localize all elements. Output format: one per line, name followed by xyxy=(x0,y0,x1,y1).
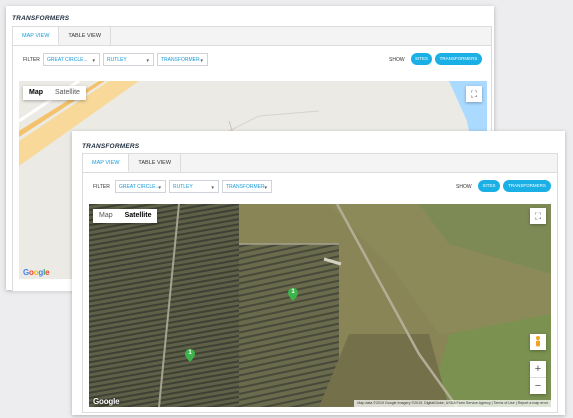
zoom-control: + − xyxy=(530,361,546,394)
map-type-toggle: Map Satellite xyxy=(23,86,86,100)
select-value: TRANSFORMER xyxy=(161,57,200,63)
chevron-down-icon: ▼ xyxy=(145,58,150,63)
select-value: RUTLEY xyxy=(173,184,193,190)
select-value: GREAT CIRCLE... xyxy=(47,57,88,63)
sites-button[interactable]: SITES xyxy=(478,180,500,192)
pegman-graphic xyxy=(536,336,540,347)
filter-bar: FILTER GREAT CIRCLE... ▼ RUTLEY ▼ TRANSF… xyxy=(83,180,557,194)
map-view[interactable]: Map Satellite ⛶ + − 1 1 Google Map data … xyxy=(89,204,551,407)
pegman-icon[interactable] xyxy=(530,334,546,350)
marker-label: 1 xyxy=(291,289,295,295)
chevron-down-icon: ▼ xyxy=(210,185,215,190)
tab-container: MAP VIEW TABLE VIEW FILTER GREAT CIRCLE.… xyxy=(82,153,558,413)
marker-label: 1 xyxy=(188,350,192,356)
page-title: TRANSFORMERS xyxy=(82,143,140,150)
transformers-button[interactable]: TRANSFORMERS xyxy=(435,53,482,65)
site-group-select[interactable]: GREAT CIRCLE... ▼ xyxy=(43,53,100,66)
filter-label: FILTER xyxy=(23,57,40,63)
zoom-out-icon[interactable]: − xyxy=(530,378,546,394)
sites-button[interactable]: SITES xyxy=(411,53,432,65)
map-marker-icon[interactable]: 1 xyxy=(288,288,298,301)
transformers-button[interactable]: TRANSFORMERS xyxy=(503,180,551,192)
chevron-down-icon: ▼ xyxy=(157,185,162,190)
fullscreen-icon[interactable]: ⛶ xyxy=(466,86,482,102)
asset-type-select[interactable]: TRANSFORMER ▼ xyxy=(222,180,272,193)
site-select[interactable]: RUTLEY ▼ xyxy=(103,53,154,66)
map-type-map-button[interactable]: Map xyxy=(23,86,49,100)
google-logo: Google xyxy=(23,268,50,277)
show-label: SHOW xyxy=(389,57,405,63)
chevron-down-icon: ▼ xyxy=(263,185,268,190)
google-logo: Google xyxy=(93,397,120,406)
tab-table-view[interactable]: TABLE VIEW xyxy=(129,154,182,172)
tab-table-view[interactable]: TABLE VIEW xyxy=(59,27,112,45)
site-select[interactable]: RUTLEY ▼ xyxy=(169,180,219,193)
select-value: RUTLEY xyxy=(107,57,127,63)
transformers-panel-front: TRANSFORMERS MAP VIEW TABLE VIEW FILTER … xyxy=(72,131,565,415)
tab-bar: MAP VIEW TABLE VIEW xyxy=(83,154,557,173)
map-marker-icon[interactable]: 1 xyxy=(185,349,195,362)
filter-label: FILTER xyxy=(93,184,110,190)
select-value: TRANSFORMER xyxy=(226,184,265,190)
map-type-toggle: Map Satellite xyxy=(93,209,158,223)
chevron-down-icon: ▼ xyxy=(91,58,96,63)
asset-type-select[interactable]: TRANSFORMER ▼ xyxy=(157,53,208,66)
show-label: SHOW xyxy=(456,184,472,190)
tab-bar: MAP VIEW TABLE VIEW xyxy=(13,27,491,46)
map-type-satellite-button[interactable]: Satellite xyxy=(49,86,86,100)
select-value: GREAT CIRCLE... xyxy=(119,184,160,190)
map-attribution[interactable]: Map data ©2019 Google Imagery ©2019, Dig… xyxy=(354,400,551,407)
page-title: TRANSFORMERS xyxy=(12,15,70,22)
fullscreen-icon[interactable]: ⛶ xyxy=(530,208,546,224)
filter-bar: FILTER GREAT CIRCLE... ▼ RUTLEY ▼ TRANSF… xyxy=(13,53,491,67)
site-group-select[interactable]: GREAT CIRCLE... ▼ xyxy=(115,180,166,193)
chevron-down-icon: ▼ xyxy=(199,58,204,63)
zoom-in-icon[interactable]: + xyxy=(530,361,546,378)
satellite-map-tiles xyxy=(89,204,551,407)
tab-map-view[interactable]: MAP VIEW xyxy=(13,27,60,45)
map-type-map-button[interactable]: Map xyxy=(93,209,119,223)
map-type-satellite-button[interactable]: Satellite xyxy=(119,209,158,223)
tab-map-view[interactable]: MAP VIEW xyxy=(83,154,130,172)
